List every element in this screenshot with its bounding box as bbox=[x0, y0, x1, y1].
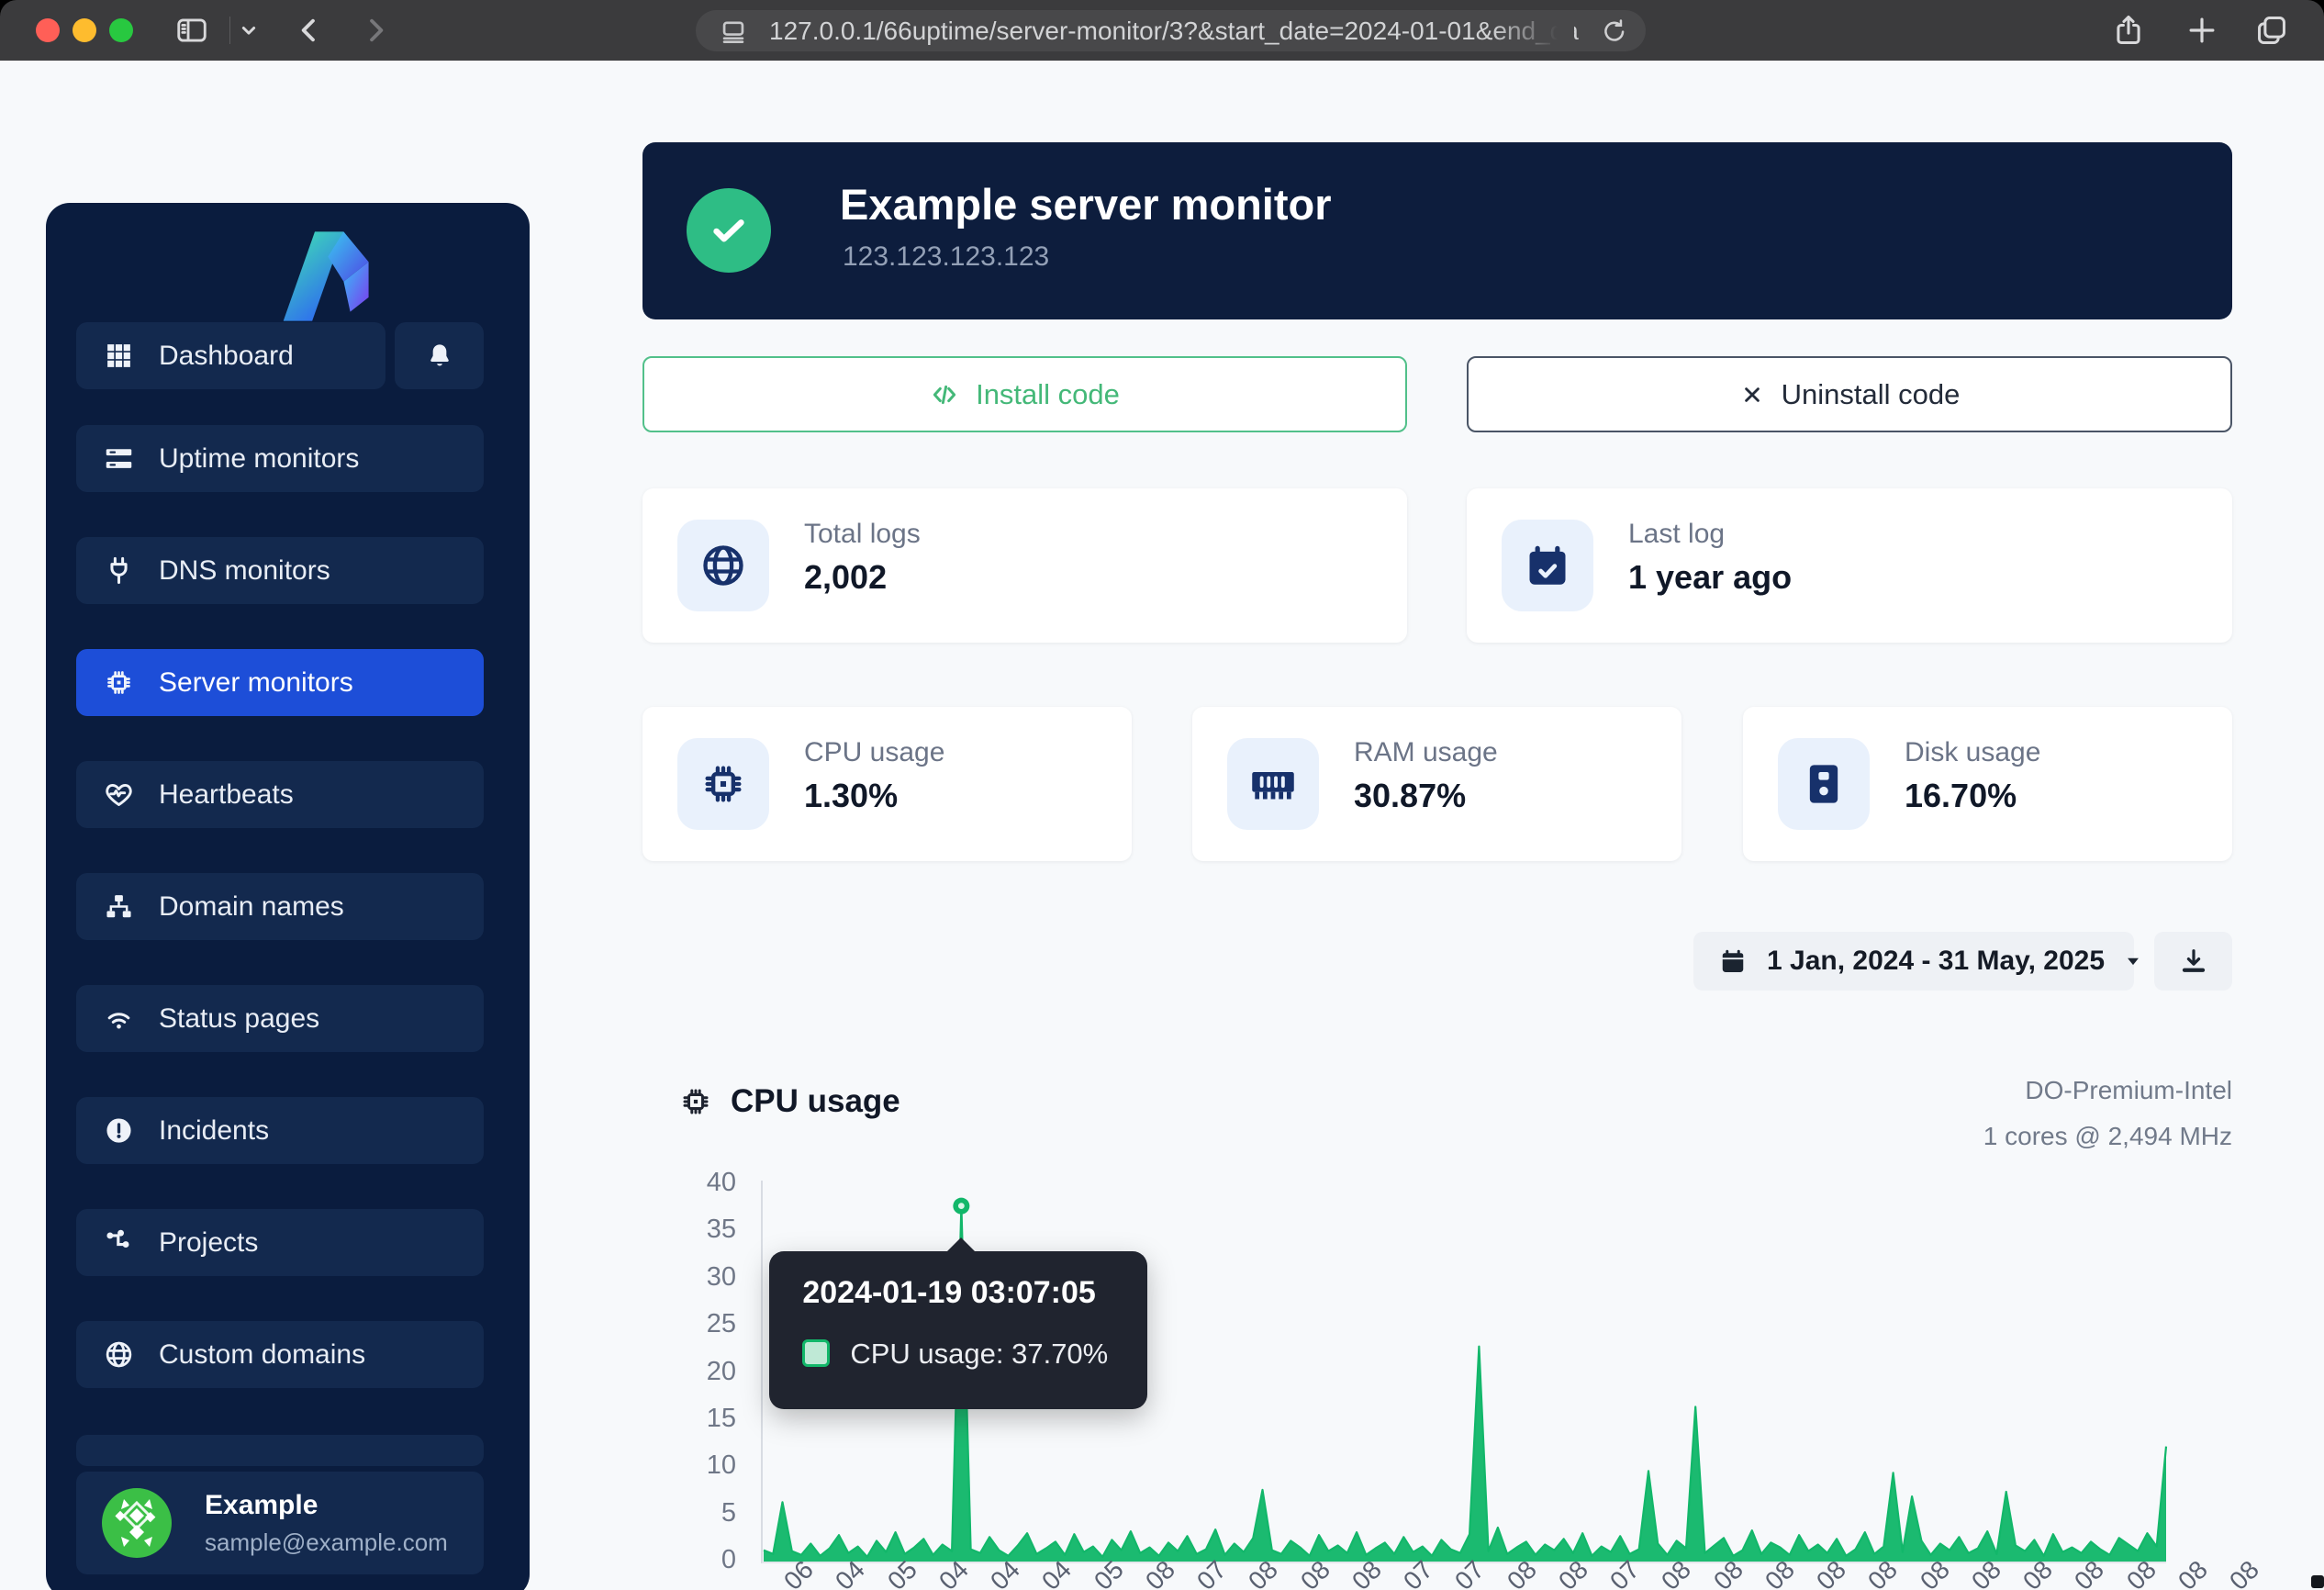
chip-icon bbox=[104, 667, 134, 698]
back-button[interactable] bbox=[292, 13, 327, 48]
wifi-icon bbox=[104, 1003, 134, 1034]
tooltip-arrow bbox=[946, 1237, 976, 1252]
monitor-header-card: Example server monitor 123.123.123.123 bbox=[642, 142, 2232, 319]
download-icon bbox=[2179, 946, 2208, 976]
monitor-ip: 123.123.123.123 bbox=[843, 241, 1049, 273]
globe-icon bbox=[104, 1339, 134, 1370]
alert-circle-icon bbox=[104, 1115, 134, 1146]
refresh-icon[interactable] bbox=[1600, 17, 1629, 46]
toolbar-divider bbox=[229, 17, 230, 44]
calendar-icon bbox=[1719, 947, 1747, 975]
sidebar-item-incidents[interactable]: Incidents bbox=[76, 1097, 484, 1164]
avatar bbox=[102, 1488, 172, 1558]
zoom-window-button[interactable] bbox=[109, 18, 133, 42]
bell-icon bbox=[425, 342, 454, 371]
tooltip-value: CPU usage: 37.70% bbox=[850, 1338, 1108, 1371]
share-nodes-icon bbox=[104, 1227, 134, 1258]
caret-down-icon bbox=[2121, 949, 2145, 973]
sidebar-item-custom-domains[interactable]: Custom domains bbox=[76, 1321, 484, 1388]
code-icon bbox=[930, 380, 959, 409]
stat-card-disk-usage: Disk usage 16.70% bbox=[1743, 707, 2232, 861]
forward-button[interactable] bbox=[358, 13, 393, 48]
url-text: 127.0.0.1/66uptime/server-monitor/3?&sta… bbox=[769, 17, 1600, 46]
check-icon bbox=[708, 209, 750, 252]
series-swatch bbox=[802, 1339, 830, 1367]
stat-card-cpu-usage: CPU usage 1.30% bbox=[642, 707, 1132, 861]
y-axis-label: 35 bbox=[633, 1215, 736, 1245]
sidebar-item-heartbeats[interactable]: Heartbeats bbox=[76, 761, 484, 828]
y-axis-label: 40 bbox=[633, 1168, 736, 1198]
app-logo-icon bbox=[232, 221, 434, 331]
y-axis-label: 0 bbox=[633, 1545, 736, 1575]
url-fade bbox=[1492, 12, 1574, 50]
install-code-button[interactable]: Install code bbox=[642, 356, 1407, 432]
chart-header: CPU usage bbox=[679, 1083, 900, 1120]
page-settings-icon[interactable] bbox=[718, 16, 749, 47]
sidebar-item-dashboard[interactable]: Dashboard bbox=[76, 322, 385, 389]
sitemap-icon bbox=[104, 891, 134, 922]
chart-tooltip: 2024-01-19 03:07:05 CPU usage: 37.70% bbox=[769, 1251, 1147, 1409]
sidebar-item-uptime-monitors[interactable]: Uptime monitors bbox=[76, 425, 484, 492]
server-type-label: DO-Premium-Intel bbox=[2025, 1076, 2232, 1105]
status-up-badge bbox=[687, 188, 771, 273]
share-icon[interactable] bbox=[2111, 13, 2146, 48]
chip-icon bbox=[679, 1085, 712, 1118]
stat-card-last-log: Last log 1 year ago bbox=[1467, 488, 2232, 643]
grid-icon bbox=[104, 341, 134, 371]
stat-card-total-logs: Total logs 2,002 bbox=[642, 488, 1407, 643]
date-range-label: 1 Jan, 2024 - 31 May, 2025 bbox=[1767, 946, 2105, 977]
browser-toolbar: 127.0.0.1/66uptime/server-monitor/3?&sta… bbox=[0, 0, 2324, 62]
bottom-corner-element bbox=[2311, 1575, 2324, 1588]
chart-title: CPU usage bbox=[731, 1083, 900, 1120]
user-email: sample@example.com bbox=[205, 1528, 448, 1557]
chevron-down-icon[interactable] bbox=[235, 17, 263, 44]
hard-drive-icon bbox=[1778, 738, 1870, 830]
calendar-check-icon bbox=[1502, 520, 1593, 611]
sidebar-item-domain-names[interactable]: Domain names bbox=[76, 873, 484, 940]
y-axis-label: 10 bbox=[633, 1450, 736, 1481]
y-axis-label: 30 bbox=[633, 1262, 736, 1293]
address-bar[interactable]: 127.0.0.1/66uptime/server-monitor/3?&sta… bbox=[696, 10, 1646, 51]
user-card[interactable]: Example sample@example.com bbox=[76, 1472, 484, 1574]
memory-icon bbox=[1227, 738, 1319, 830]
globe-icon bbox=[677, 520, 769, 611]
sidebar-item-server-monitors[interactable]: Server monitors bbox=[76, 649, 484, 716]
tab-overview-icon[interactable] bbox=[2254, 13, 2289, 48]
sidebar-item-status-pages[interactable]: Status pages bbox=[76, 985, 484, 1052]
date-range-picker[interactable]: 1 Jan, 2024 - 31 May, 2025 bbox=[1693, 932, 2134, 991]
stat-card-ram-usage: RAM usage 30.87% bbox=[1192, 707, 1682, 861]
y-axis-label: 5 bbox=[633, 1498, 736, 1528]
uninstall-code-button[interactable]: Uninstall code bbox=[1467, 356, 2232, 432]
x-icon bbox=[1739, 382, 1765, 408]
new-tab-icon[interactable] bbox=[2184, 13, 2219, 48]
plug-icon bbox=[104, 555, 134, 586]
download-button[interactable] bbox=[2154, 932, 2232, 991]
heart-pulse-icon bbox=[104, 779, 134, 810]
notifications-button[interactable] bbox=[395, 322, 484, 389]
user-name: Example bbox=[205, 1490, 318, 1521]
cpu-info-label: 1 cores @ 2,494 MHz bbox=[1983, 1122, 2232, 1151]
y-axis-label: 20 bbox=[633, 1357, 736, 1387]
app-window: 127.0.0.1/66uptime/server-monitor/3?&sta… bbox=[0, 0, 2324, 1590]
sidebar-toggle-icon[interactable] bbox=[174, 13, 209, 48]
sidebar-item-dns-monitors[interactable]: DNS monitors bbox=[76, 537, 484, 604]
close-window-button[interactable] bbox=[36, 18, 60, 42]
page-title: Example server monitor bbox=[840, 179, 1332, 230]
sidebar-item-projects[interactable]: Projects bbox=[76, 1209, 484, 1276]
server-stack-icon bbox=[104, 443, 134, 474]
chip-icon bbox=[677, 738, 769, 830]
y-axis-label: 25 bbox=[633, 1309, 736, 1339]
tooltip-timestamp: 2024-01-19 03:07:05 bbox=[802, 1275, 1095, 1311]
sidebar: Dashboard Uptime monitors DNS monitors S… bbox=[46, 203, 530, 1590]
sidebar-item-clipped bbox=[76, 1435, 484, 1466]
y-axis-label: 15 bbox=[633, 1404, 736, 1434]
minimize-window-button[interactable] bbox=[73, 18, 96, 42]
